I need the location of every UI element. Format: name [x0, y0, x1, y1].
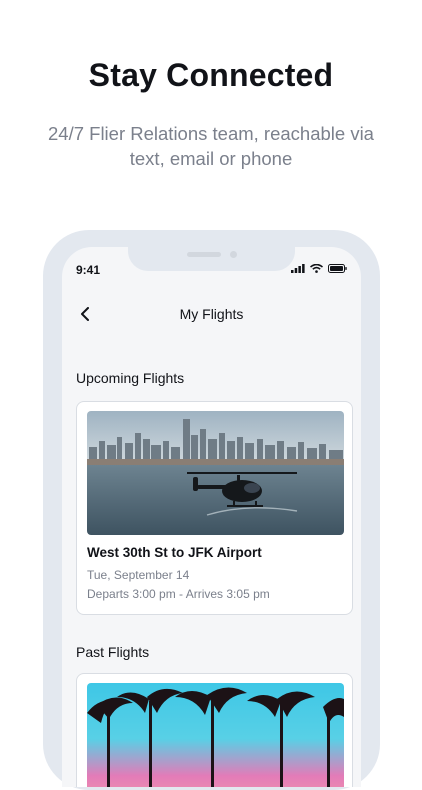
flight-date: Tue, September 14: [87, 568, 190, 582]
front-camera: [230, 251, 237, 258]
upcoming-flight-card[interactable]: West 30th St to JFK Airport Tue, Septemb…: [76, 401, 353, 615]
wifi-icon: [310, 264, 323, 273]
status-icons: [291, 264, 347, 273]
status-time: 9:41: [76, 263, 101, 277]
promo-subline: 24/7 Flier Relations team, reachable via…: [48, 123, 374, 169]
flight-route: West 30th St to JFK Airport: [87, 545, 262, 560]
phone-screen: 9:41 My Flights Upcoming Flights West 30…: [62, 247, 361, 787]
battery-icon: [328, 264, 347, 273]
past-flights-heading: Past Flights: [76, 644, 150, 660]
flight-times: Departs 3:00 pm - Arrives 3:05 pm: [87, 587, 270, 601]
signal-icon: [291, 264, 305, 273]
speaker-grille: [187, 252, 221, 257]
promo-headline: Stay Connected: [88, 57, 334, 93]
upcoming-flights-heading: Upcoming Flights: [76, 370, 185, 386]
phone-notch: [128, 247, 295, 271]
past-flight-card[interactable]: [76, 673, 353, 787]
flight-image: [87, 683, 344, 787]
page-title: My Flights: [179, 306, 244, 322]
flight-image: [87, 411, 344, 535]
